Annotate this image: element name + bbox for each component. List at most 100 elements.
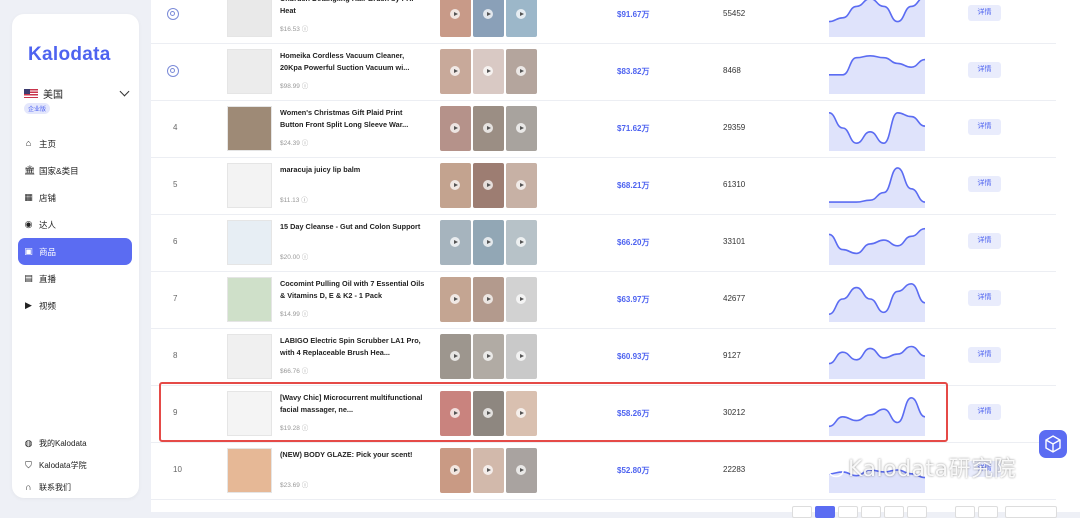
detail-button[interactable]: 详情 — [968, 347, 1001, 363]
video-thumbnail[interactable] — [440, 0, 471, 37]
product-name[interactable]: LABIGO Electric Spin Scrubber LA1 Pro, w… — [280, 335, 426, 359]
page-size-select[interactable] — [1005, 506, 1057, 518]
video-thumbnail[interactable] — [506, 220, 537, 265]
nav-item[interactable]: ▣ 商品 — [18, 238, 132, 265]
nav-label: 达人 — [39, 219, 57, 230]
video-thumbnail[interactable] — [506, 163, 537, 208]
video-thumbnails — [440, 220, 537, 265]
rank-medal-icon — [167, 8, 179, 20]
table-row[interactable]: 6 15 Day Cleanse - Gut and Colon Support $… — [151, 214, 1056, 272]
sales-count: 9127 — [723, 351, 741, 360]
video-thumbnail[interactable] — [440, 220, 471, 265]
detail-button[interactable]: 详情 — [968, 404, 1001, 420]
table-row[interactable]: 5 maracuja juicy lip balm $11.13 ⓘ $68.21万 6… — [151, 157, 1056, 215]
nav-label: 店铺 — [39, 192, 57, 203]
region-selector[interactable]: 美国 — [24, 86, 132, 101]
nav-label: 商品 — [39, 246, 57, 257]
detail-button[interactable]: 详情 — [968, 233, 1001, 249]
product-thumbnail[interactable] — [227, 49, 272, 94]
play-icon — [516, 66, 526, 76]
video-thumbnail[interactable] — [473, 277, 504, 322]
table-row[interactable]: Homeika Cordless Vacuum Cleaner, 20Kpa P… — [151, 43, 1056, 101]
product-name[interactable]: 15 Day Cleanse - Gut and Colon Support — [280, 221, 426, 233]
product-thumbnail[interactable] — [227, 220, 272, 265]
product-price: $98.99 ⓘ — [280, 83, 309, 90]
table-row[interactable]: 4 Women's Christmas Gift Plaid Print Butt… — [151, 100, 1056, 158]
video-thumbnail[interactable] — [440, 106, 471, 151]
nav-item[interactable]: ◍ 我的Kalodata — [18, 432, 132, 454]
pager-page-button[interactable] — [955, 506, 975, 518]
product-name[interactable]: Cocomint Pulling Oil with 7 Essential Oi… — [280, 278, 426, 302]
pager-page-button[interactable] — [861, 506, 881, 518]
app-logo[interactable]: Kalodata — [28, 44, 111, 66]
video-thumbnail[interactable] — [473, 0, 504, 37]
detail-button[interactable]: 详情 — [968, 119, 1001, 135]
cube-icon[interactable] — [1039, 430, 1067, 458]
nav-item[interactable]: ⛉ Kalodata学院 — [18, 454, 132, 476]
video-thumbnail[interactable] — [440, 334, 471, 379]
sales-amount: $71.62万 — [617, 124, 650, 133]
pager-page-button[interactable] — [907, 506, 927, 518]
product-thumbnail[interactable] — [227, 0, 272, 37]
video-icon: ▶ — [25, 300, 32, 310]
video-thumbnail[interactable] — [506, 49, 537, 94]
product-thumbnail[interactable] — [227, 277, 272, 322]
rank-number: 6 — [173, 237, 178, 246]
pager-page-button[interactable] — [838, 506, 858, 518]
video-thumbnail[interactable] — [506, 334, 537, 379]
product-thumbnail[interactable] — [227, 106, 272, 151]
video-thumbnail[interactable] — [473, 448, 504, 493]
video-thumbnail[interactable] — [506, 106, 537, 151]
video-thumbnail[interactable] — [440, 163, 471, 208]
trend-sparkline — [829, 227, 925, 265]
video-thumbnail[interactable] — [506, 0, 537, 37]
detail-button[interactable]: 详情 — [968, 176, 1001, 192]
nav-label: 视频 — [39, 300, 57, 311]
nav-item[interactable]: ▤ 直播 — [18, 265, 132, 292]
main-nav: ⌂ 主页 🏛 国家&类目 ▦ 店铺 ◉ 达人 ▣ 商品 ▤ 直播 ▶ 视频 — [18, 130, 132, 319]
pager-next-button[interactable] — [978, 506, 998, 518]
product-thumbnail[interactable] — [227, 163, 272, 208]
video-thumbnail[interactable] — [506, 277, 537, 322]
video-thumbnail[interactable] — [473, 49, 504, 94]
detail-button[interactable]: 详情 — [968, 5, 1001, 21]
pager-page-button[interactable] — [815, 506, 835, 518]
video-thumbnail[interactable] — [473, 163, 504, 208]
headset-icon: ∩ — [25, 481, 32, 492]
nav-item[interactable]: ▶ 视频 — [18, 292, 132, 319]
detail-button[interactable]: 详情 — [968, 62, 1001, 78]
trend-area — [829, 346, 925, 379]
pager-page-button[interactable] — [884, 506, 904, 518]
region-label: 美国 — [43, 89, 63, 101]
nav-item[interactable]: ∩ 联系我们 — [18, 476, 132, 498]
product-thumbnail[interactable] — [227, 448, 272, 493]
table-row[interactable]: Unbrush Detangling Hair Brush by FHI Hea… — [151, 0, 1056, 44]
pager-prev-button[interactable] — [792, 506, 812, 518]
nav-item[interactable]: ⌂ 主页 — [18, 130, 132, 157]
nav-item[interactable]: ◉ 达人 — [18, 211, 132, 238]
video-thumbnail[interactable] — [506, 448, 537, 493]
product-name[interactable]: Unbrush Detangling Hair Brush by FHI Hea… — [280, 0, 426, 17]
video-thumbnail[interactable] — [473, 106, 504, 151]
video-thumbnails — [440, 163, 537, 208]
product-name[interactable]: Homeika Cordless Vacuum Cleaner, 20Kpa P… — [280, 50, 426, 74]
detail-button[interactable]: 详情 — [968, 290, 1001, 306]
video-thumbnail[interactable] — [440, 49, 471, 94]
product-thumbnail[interactable] — [227, 334, 272, 379]
table-row[interactable]: 7 Cocomint Pulling Oil with 7 Essential O… — [151, 271, 1056, 329]
product-name[interactable]: Women's Christmas Gift Plaid Print Butto… — [280, 107, 426, 131]
table-row[interactable]: 8 LABIGO Electric Spin Scrubber LA1 Pro, … — [151, 328, 1056, 386]
sales-count: 55452 — [723, 9, 746, 18]
product-name[interactable]: (NEW) BODY GLAZE: Pick your scent! — [280, 449, 426, 461]
video-thumbnail[interactable] — [440, 277, 471, 322]
video-thumbnail[interactable] — [440, 448, 471, 493]
sales-amount: $91.67万 — [617, 10, 650, 19]
bag-icon: ▣ — [24, 246, 33, 256]
video-thumbnail[interactable] — [473, 334, 504, 379]
product-name[interactable]: maracuja juicy lip balm — [280, 164, 426, 176]
video-thumbnail[interactable] — [473, 220, 504, 265]
nav-item[interactable]: ▦ 店铺 — [18, 184, 132, 211]
nav-item[interactable]: 🏛 国家&类目 — [18, 157, 132, 184]
rank-number: 10 — [173, 465, 182, 474]
rank-medal-icon — [167, 65, 179, 77]
